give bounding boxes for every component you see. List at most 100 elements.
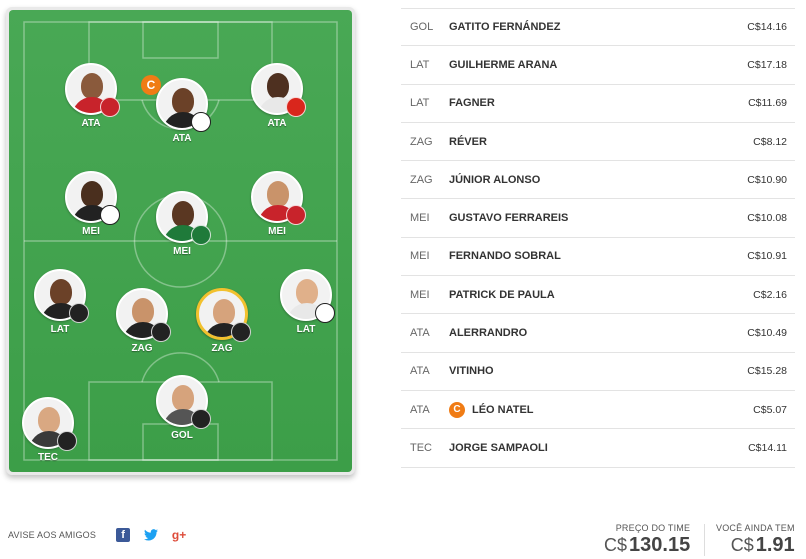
player-card[interactable]: MEI	[56, 171, 126, 237]
row-position: LAT	[410, 97, 430, 110]
player-card[interactable]: LAT	[271, 269, 341, 335]
lineup-row[interactable]: ZAG JÚNIOR ALONSO C$10.90	[401, 161, 795, 200]
row-position: ATA	[410, 365, 430, 378]
lineup-row[interactable]: TEC JORGE SAMPAOLI C$14.11	[401, 429, 795, 468]
player-position: GOL	[171, 430, 193, 441]
lineup-row[interactable]: GOL GATITO FERNÁNDEZ C$14.16	[401, 8, 795, 47]
totals-divider	[704, 524, 705, 556]
player-position: LAT	[50, 324, 70, 335]
row-price: C$10.90	[747, 173, 787, 186]
club-shield-icon	[286, 205, 306, 225]
row-price: C$17.18	[747, 58, 787, 71]
club-shield-icon	[191, 409, 211, 429]
row-position: GOL	[410, 21, 434, 34]
row-player-name: VITINHO	[449, 365, 494, 378]
row-price: C$14.16	[747, 21, 787, 34]
row-position: LAT	[410, 58, 430, 71]
player-card[interactable]: MEI	[242, 171, 312, 237]
row-price: C$2.16	[753, 288, 787, 301]
captain-icon: C	[449, 401, 465, 418]
row-position: ATA	[410, 403, 430, 416]
lineup-row[interactable]: LAT GUILHERME ARANA C$17.18	[401, 46, 795, 85]
row-player-name: GATITO FERNÁNDEZ	[449, 21, 561, 34]
row-price: C$10.91	[747, 250, 787, 263]
player-card[interactable]: ATA	[242, 63, 312, 129]
row-position: ATA	[410, 327, 430, 340]
row-player-name: FERNANDO SOBRAL	[449, 250, 561, 263]
row-player-name: RÉVER	[449, 135, 487, 148]
club-shield-icon	[286, 97, 306, 117]
google-plus-icon[interactable]: g+	[172, 528, 186, 542]
lineup-row[interactable]: ATA ALERRANDRO C$10.49	[401, 314, 795, 353]
row-player-name: JÚNIOR ALONSO	[449, 173, 541, 186]
club-shield-icon	[191, 225, 211, 245]
player-card[interactable]: ZAG	[187, 288, 257, 354]
lineup-row[interactable]: LAT FAGNER C$11.69	[401, 85, 795, 123]
club-shield-icon	[100, 97, 120, 117]
row-position: TEC	[410, 441, 432, 454]
row-price: C$10.49	[747, 327, 787, 340]
row-position: MEI	[410, 288, 430, 301]
row-player-name: C LÉO NATEL	[449, 401, 715, 418]
player-position: ZAG	[131, 343, 153, 354]
player-card[interactable]: MEI	[147, 191, 217, 257]
player-position: ATA	[172, 133, 192, 144]
player-position: ATA	[267, 118, 287, 129]
row-player-name: GUSTAVO FERRAREIS	[449, 212, 569, 225]
team-price-label: PREÇO DO TIME	[615, 523, 691, 533]
club-shield-icon	[231, 322, 251, 342]
row-position: MEI	[410, 212, 430, 225]
row-player-name: JORGE SAMPAOLI	[449, 441, 548, 454]
row-position: ZAG	[410, 173, 433, 186]
lineup-row[interactable]: ATA VITINHO C$15.28	[401, 353, 795, 391]
team-price-block: PREÇO DO TIME C$ 130.15	[604, 523, 690, 557]
player-card[interactable]: ATA	[56, 63, 126, 129]
lineup-list: GOL GATITO FERNÁNDEZ C$14.16 LAT GUILHER…	[401, 8, 795, 468]
lineup-row[interactable]: ATA C LÉO NATEL C$5.07	[401, 391, 795, 430]
twitter-icon[interactable]	[144, 528, 159, 542]
lineup-row[interactable]: MEI PATRICK DE PAULA C$2.16	[401, 276, 795, 315]
player-position: MEI	[82, 226, 100, 237]
remaining-budget-value: C$ 1.91	[730, 534, 795, 556]
row-position: MEI	[410, 250, 430, 263]
soccer-field: ATA C ATA ATA MEI MEI MEI LAT ZAG ZAG LA…	[9, 10, 352, 472]
club-shield-icon	[191, 112, 211, 132]
player-position: ATA	[81, 118, 101, 129]
row-position: ZAG	[410, 135, 433, 148]
team-price-value: C$ 130.15	[604, 534, 691, 556]
remaining-budget-block: VOCÊ AINDA TEM C$ 1.91	[716, 523, 795, 557]
club-shield-icon	[100, 205, 120, 225]
row-price: C$11.69	[748, 97, 787, 110]
row-price: C$10.08	[747, 212, 787, 225]
player-position: ZAG	[211, 343, 233, 354]
row-price: C$14.11	[748, 441, 787, 454]
club-shield-icon	[315, 303, 335, 323]
club-shield-icon	[57, 431, 77, 451]
club-shield-icon	[69, 303, 89, 323]
facebook-icon[interactable]: f	[116, 528, 131, 542]
share-label: AVISE AOS AMIGOS	[8, 530, 97, 540]
player-position: LAT	[296, 324, 316, 335]
player-card[interactable]: ATA	[147, 78, 217, 144]
lineup-row[interactable]: MEI GUSTAVO FERRAREIS C$10.08	[401, 199, 795, 238]
lineup-row[interactable]: ZAG RÉVER C$8.12	[401, 123, 795, 162]
row-price: C$8.12	[753, 135, 787, 148]
player-position: MEI	[173, 246, 191, 257]
lineup-row[interactable]: MEI FERNANDO SOBRAL C$10.91	[401, 238, 795, 277]
player-card[interactable]: TEC	[13, 397, 83, 463]
row-player-name: GUILHERME ARANA	[449, 58, 558, 71]
row-price: C$15.28	[747, 365, 787, 378]
row-player-name: PATRICK DE PAULA	[449, 288, 555, 301]
player-card[interactable]: GOL	[147, 375, 217, 441]
player-card[interactable]: LAT	[25, 269, 95, 335]
player-position: MEI	[268, 226, 286, 237]
row-player-name: FAGNER	[449, 97, 495, 110]
remaining-budget-label: VOCÊ AINDA TEM	[716, 523, 795, 533]
player-card[interactable]: ZAG	[107, 288, 177, 354]
player-position: TEC	[38, 452, 58, 463]
row-price: C$5.07	[753, 403, 787, 416]
share-bar: AVISE AOS AMIGOS f g+	[8, 528, 200, 542]
row-player-name: ALERRANDRO	[449, 327, 528, 340]
club-shield-icon	[151, 322, 171, 342]
field-frame: ATA C ATA ATA MEI MEI MEI LAT ZAG ZAG LA…	[6, 7, 355, 475]
